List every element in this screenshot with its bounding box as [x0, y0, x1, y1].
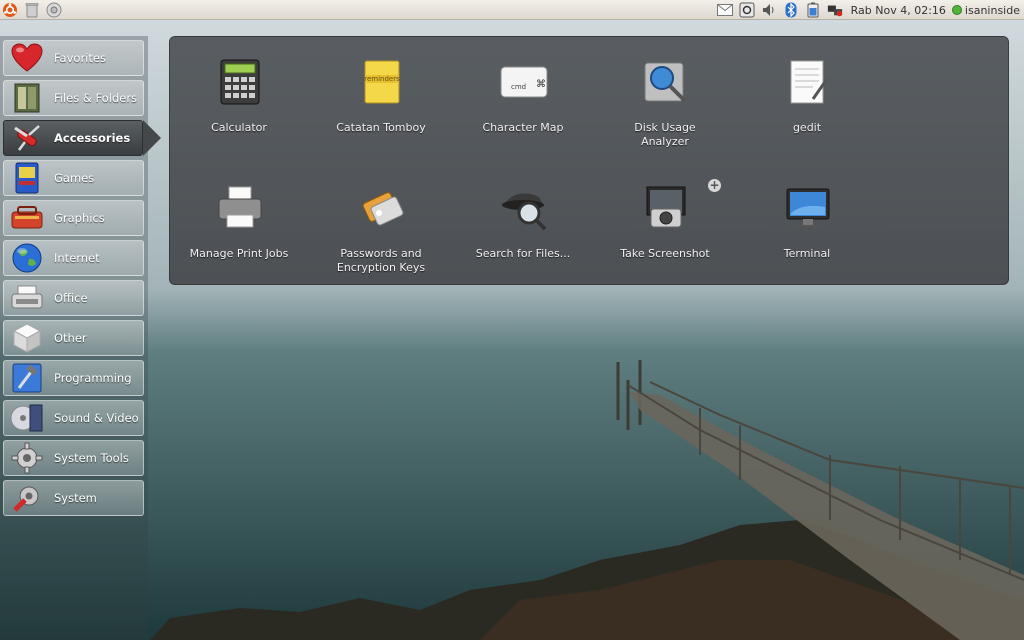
app-passwords-encryption-keys[interactable]: Passwords and Encryption Keys	[315, 169, 447, 274]
category-label: Other	[54, 331, 87, 345]
trash-icon[interactable]	[24, 2, 40, 18]
typewriter-icon	[9, 281, 45, 315]
svg-text:cmd: cmd	[511, 83, 526, 91]
app-label: Terminal	[783, 247, 831, 260]
app-terminal[interactable]: Terminal	[741, 169, 873, 269]
category-label: Favorites	[54, 51, 106, 65]
calculator-icon	[215, 57, 265, 107]
app-catatan-tomboy[interactable]: reminders Catatan Tomboy	[315, 43, 447, 143]
category-office[interactable]: Office	[3, 280, 144, 316]
paint-kit-icon	[9, 201, 45, 235]
printer-icon	[215, 183, 265, 233]
category-accessories[interactable]: Accessories	[3, 120, 161, 156]
app-disk-usage-analyzer[interactable]: Disk Usage Analyzer	[599, 43, 731, 148]
top-panel-launchers	[2, 1, 62, 19]
user-status[interactable]: isaninside	[951, 3, 1020, 17]
folder-icon	[9, 81, 45, 115]
category-internet[interactable]: Internet	[3, 240, 144, 276]
category-system-tools[interactable]: System Tools	[3, 440, 144, 476]
category-label: Programming	[54, 371, 132, 385]
app-gedit[interactable]: gedit	[741, 43, 873, 143]
username: isaninside	[964, 3, 1020, 17]
keyboard-icon: cmd ⌘	[499, 57, 549, 107]
svg-text:⌘: ⌘	[536, 79, 546, 90]
app-label: Disk Usage Analyzer	[634, 121, 696, 148]
hammer-icon	[9, 361, 45, 395]
app-label: Search for Files...	[475, 247, 571, 260]
category-label: Graphics	[54, 211, 105, 225]
category-system[interactable]: System	[3, 480, 144, 516]
search-icon	[499, 183, 549, 233]
category-sidebar: Favorites Files & Folders Accessories Ga…	[0, 36, 161, 640]
terminal-icon	[783, 183, 833, 233]
app-label: Catatan Tomboy	[336, 121, 426, 134]
category-files-folders[interactable]: Files & Folders	[3, 80, 144, 116]
app-manage-print-jobs[interactable]: Manage Print Jobs	[173, 169, 305, 269]
heart-icon	[9, 41, 45, 75]
category-label: Files & Folders	[54, 91, 138, 105]
category-sound-video[interactable]: Sound & Video	[3, 400, 144, 436]
category-label: Sound & Video	[54, 411, 139, 425]
network-wired-icon[interactable]	[827, 2, 843, 18]
top-panel: Rab Nov 4, 02:16 isaninside	[0, 0, 1024, 20]
volume-icon[interactable]	[761, 2, 777, 18]
status-online-icon	[951, 5, 962, 15]
svg-text:reminders: reminders	[364, 75, 400, 83]
network-icon[interactable]	[739, 2, 755, 18]
app-label: Passwords and Encryption Keys	[336, 247, 426, 274]
app-label: gedit	[792, 121, 822, 134]
category-label: System	[54, 491, 97, 505]
battery-icon[interactable]	[805, 2, 821, 18]
category-favorites[interactable]: Favorites	[3, 40, 144, 76]
app-label: Manage Print Jobs	[189, 247, 289, 260]
clock[interactable]: Rab Nov 4, 02:16	[851, 4, 946, 17]
category-label: Accessories	[54, 131, 131, 145]
camera-icon	[641, 183, 691, 233]
swiss-knife-icon	[9, 121, 45, 155]
add-to-favorites-icon[interactable]: +	[708, 179, 721, 192]
mail-icon[interactable]	[716, 2, 733, 18]
bluetooth-icon[interactable]	[783, 2, 799, 18]
app-calculator[interactable]: Calculator	[173, 43, 305, 143]
wrench-icon	[9, 481, 45, 515]
media-icon	[9, 401, 45, 435]
category-programming[interactable]: Programming	[3, 360, 144, 396]
category-games[interactable]: Games	[3, 160, 144, 196]
app-character-map[interactable]: cmd ⌘ Character Map	[457, 43, 589, 143]
category-other[interactable]: Other	[3, 320, 144, 356]
cube-icon	[9, 321, 45, 355]
gear-icon	[9, 441, 45, 475]
text-editor-icon	[783, 57, 833, 107]
app-search-for-files[interactable]: Search for Files...	[457, 169, 589, 269]
keys-icon	[357, 183, 407, 233]
category-label: Office	[54, 291, 88, 305]
category-label: Games	[54, 171, 95, 185]
applications-panel: Calculator reminders Catatan Tomboy cmd ⌘…	[169, 36, 1009, 285]
ubuntu-logo-icon[interactable]	[2, 2, 18, 18]
app-label: Take Screenshot	[620, 247, 710, 260]
category-label: System Tools	[54, 451, 129, 465]
category-label: Internet	[54, 251, 100, 265]
category-graphics[interactable]: Graphics	[3, 200, 144, 236]
app-label: Calculator	[211, 121, 267, 134]
system-tray: Rab Nov 4, 02:16 isaninside	[716, 1, 1020, 19]
home-drive-icon[interactable]	[46, 2, 62, 18]
disk-analyzer-icon	[641, 57, 691, 107]
globe-icon	[9, 241, 45, 275]
arcade-icon	[9, 161, 45, 195]
app-label: Character Map	[482, 121, 564, 134]
notes-icon: reminders	[357, 57, 407, 107]
